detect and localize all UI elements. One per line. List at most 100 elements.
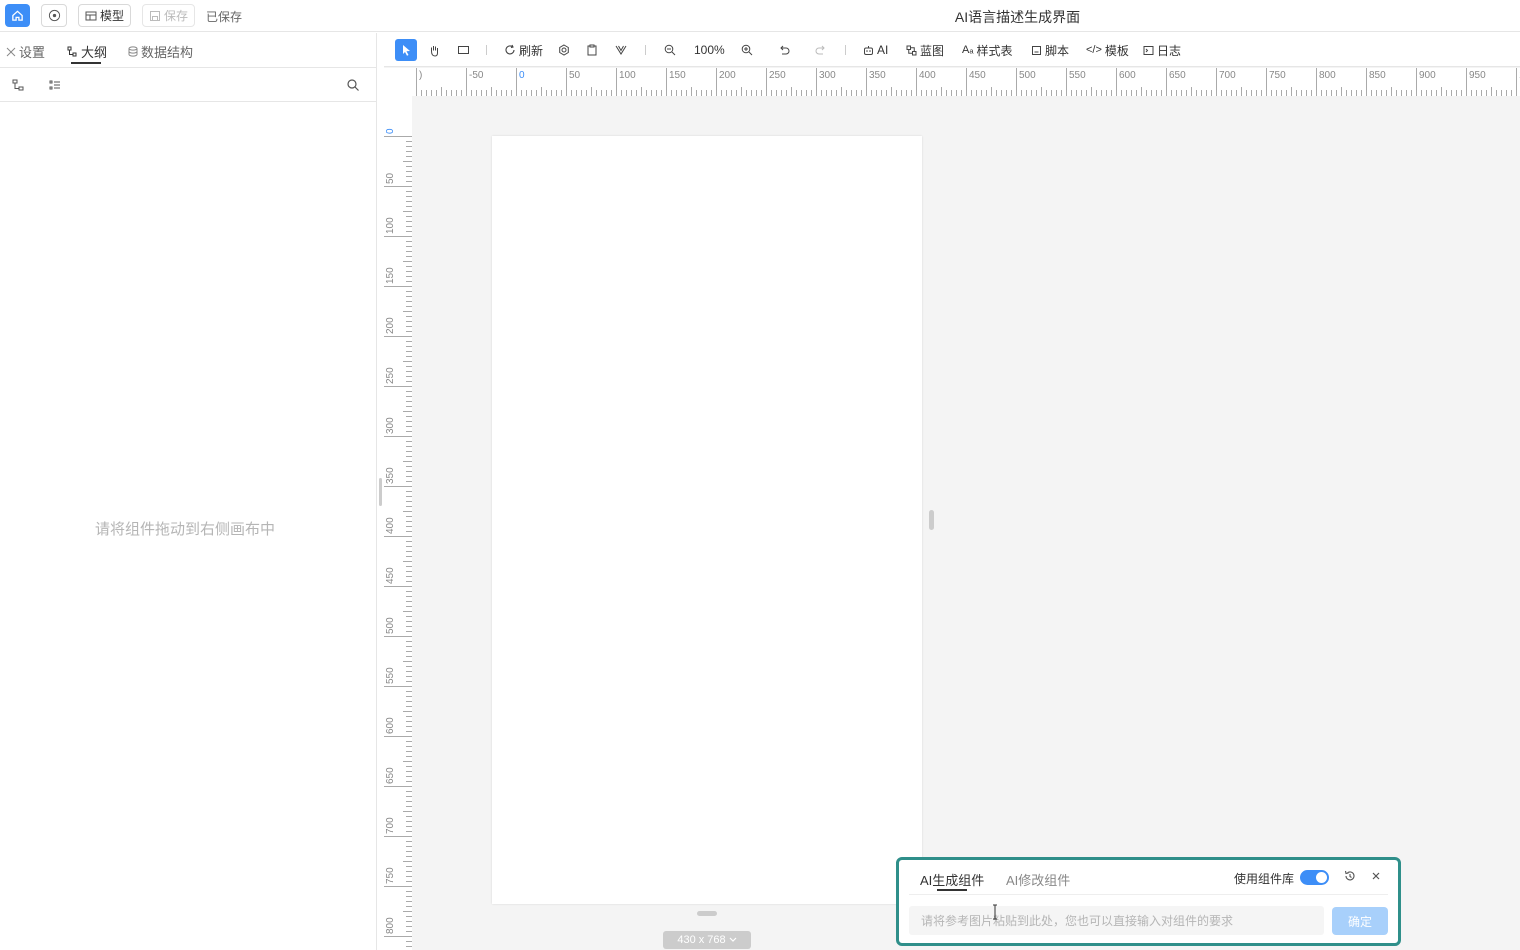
canvas-size-label: 430 x 768 bbox=[677, 934, 726, 946]
editor-toolbar: 刷新 100% AI 蓝图 Aₐ 样式表 脚本 </> 模板 日志 bbox=[384, 33, 1520, 67]
refresh-button[interactable]: 刷新 bbox=[504, 39, 543, 61]
format-button[interactable] bbox=[615, 39, 627, 61]
rectangle-tool-button[interactable] bbox=[457, 39, 470, 61]
ruler-label: 850 bbox=[1369, 70, 1386, 81]
tab-data-structure-label: 数据结构 bbox=[141, 45, 194, 60]
ruler-label: 700 bbox=[1219, 70, 1236, 81]
cursor-icon bbox=[402, 45, 410, 56]
hand-icon bbox=[431, 45, 438, 57]
tab-outline-label: 大纲 bbox=[81, 45, 108, 60]
confirm-button[interactable]: 确定 bbox=[1332, 907, 1388, 935]
vertical-ruler: 0 50 100 150 200 250 300 350 400 450 500 550 600 650 7… bbox=[384, 96, 412, 950]
ai-button[interactable]: AI bbox=[863, 39, 888, 61]
script-label: 脚本 bbox=[1045, 43, 1070, 58]
ruler-label: 500 bbox=[385, 617, 396, 634]
ruler-label: 300 bbox=[385, 417, 396, 434]
app-title: AI语言描述生成界面 bbox=[954, 9, 1081, 25]
top-bar: 模型 保存 已保存 AI语言描述生成界面 bbox=[0, 0, 1520, 32]
tab-data-structure[interactable]: 数据结构 bbox=[128, 42, 193, 61]
ruler-label: 350 bbox=[869, 70, 886, 81]
template-button[interactable]: </> 模板 bbox=[1086, 39, 1129, 61]
text-cursor-icon bbox=[993, 904, 997, 920]
ruler-label: 950 bbox=[1469, 70, 1486, 81]
clipboard-icon bbox=[587, 44, 597, 56]
blueprint-label: 蓝图 bbox=[920, 43, 945, 58]
blueprint-button[interactable]: 蓝图 bbox=[906, 39, 944, 61]
use-library-label: 使用组件库 bbox=[1234, 872, 1295, 886]
ruler-label: 450 bbox=[385, 567, 396, 584]
tab-outline[interactable]: 大纲 bbox=[67, 42, 107, 61]
zoom-in-button[interactable] bbox=[741, 39, 753, 61]
ruler-label: 450 bbox=[969, 70, 986, 81]
stylesheet-button[interactable]: Aₐ 样式表 bbox=[962, 39, 1012, 61]
zoom-out-button[interactable] bbox=[664, 39, 676, 61]
ruler-label: 200 bbox=[385, 317, 396, 334]
left-panel: 设置 大纲 数据结构 请将组件拖动到右侧画布中 bbox=[0, 33, 377, 950]
select-tool-button[interactable] bbox=[395, 39, 417, 61]
chevron-down-icon bbox=[729, 937, 737, 942]
toolbar-divider bbox=[486, 45, 487, 55]
ruler-label: 50 bbox=[385, 172, 396, 184]
history-icon[interactable] bbox=[1343, 869, 1357, 883]
tab-ai-modify[interactable]: AI修改组件 bbox=[1006, 870, 1070, 889]
ruler-label: 0 bbox=[385, 128, 396, 134]
editor-area: 刷新 100% AI 蓝图 Aₐ 样式表 脚本 </> 模板 日志) -50 … bbox=[384, 33, 1520, 950]
undo-icon bbox=[780, 45, 790, 55]
ruler-label: 400 bbox=[919, 70, 936, 81]
canvas-size-selector[interactable]: 430 x 768 bbox=[663, 931, 751, 949]
refresh-label: 刷新 bbox=[519, 43, 544, 58]
tree-icon bbox=[67, 46, 77, 57]
redo-button[interactable] bbox=[815, 39, 827, 61]
template-label: 模板 bbox=[1104, 43, 1129, 58]
ruler-label: 550 bbox=[385, 667, 396, 684]
settings-icon bbox=[6, 47, 16, 56]
use-library-toggle[interactable] bbox=[1300, 870, 1329, 885]
database-icon bbox=[128, 46, 138, 57]
ruler-label: 350 bbox=[385, 467, 396, 484]
ruler-label: ) bbox=[419, 70, 422, 81]
active-tab-indicator bbox=[71, 62, 101, 64]
rectangle-icon bbox=[458, 46, 469, 54]
canvas-width-handle[interactable] bbox=[929, 510, 934, 530]
ruler-label: 800 bbox=[1319, 70, 1336, 81]
zoom-level[interactable]: 100% bbox=[694, 39, 725, 61]
toolbar-divider bbox=[845, 45, 846, 55]
canvas-height-handle[interactable] bbox=[697, 911, 717, 916]
tab-ai-generate[interactable]: AI生成组件 bbox=[920, 870, 984, 889]
ruler-label: 250 bbox=[385, 367, 396, 384]
ai-icon bbox=[864, 45, 873, 55]
clipboard-button[interactable] bbox=[586, 39, 598, 61]
search-icon[interactable] bbox=[346, 78, 360, 92]
design-canvas[interactable] bbox=[492, 136, 922, 904]
horizontal-ruler: ) -50 0 50 100 150 200 250 300 350 400 450 500 550 600… bbox=[384, 68, 1520, 96]
toolbar-divider bbox=[645, 45, 646, 55]
stylesheet-label: 样式表 bbox=[976, 43, 1013, 58]
log-label: 日志 bbox=[1157, 43, 1182, 58]
settings-button[interactable] bbox=[558, 39, 570, 61]
outline-empty-hint: 请将组件拖动到右侧画布中 bbox=[94, 521, 275, 538]
ruler-label: 100 bbox=[385, 217, 396, 234]
blueprint-icon bbox=[906, 45, 917, 55]
ruler-label: 400 bbox=[385, 517, 396, 534]
script-button[interactable]: 脚本 bbox=[1031, 39, 1069, 61]
ruler-label: 100 bbox=[619, 70, 636, 81]
pan-tool-button[interactable] bbox=[428, 39, 441, 61]
ai-panel-divider bbox=[909, 894, 1388, 895]
ruler-label: 500 bbox=[1019, 70, 1036, 81]
list-view-icon[interactable] bbox=[48, 78, 62, 92]
ai-active-tab-indicator bbox=[937, 889, 967, 891]
tree-view-icon[interactable] bbox=[11, 78, 25, 92]
ai-prompt-input[interactable] bbox=[909, 906, 1324, 935]
ruler-label: 150 bbox=[669, 70, 686, 81]
ruler-label: 300 bbox=[819, 70, 836, 81]
code-icon: </> bbox=[1086, 44, 1102, 56]
log-button[interactable]: 日志 bbox=[1143, 39, 1181, 61]
panel-resize-handle[interactable] bbox=[379, 478, 382, 506]
tab-settings-label: 设置 bbox=[19, 45, 46, 60]
tab-settings[interactable]: 设置 bbox=[6, 42, 45, 61]
ruler-label: 250 bbox=[769, 70, 786, 81]
text-style-icon: Aₐ bbox=[962, 44, 974, 56]
undo-button[interactable] bbox=[778, 39, 790, 61]
close-icon[interactable] bbox=[1369, 869, 1383, 883]
ruler-label: 550 bbox=[1069, 70, 1086, 81]
